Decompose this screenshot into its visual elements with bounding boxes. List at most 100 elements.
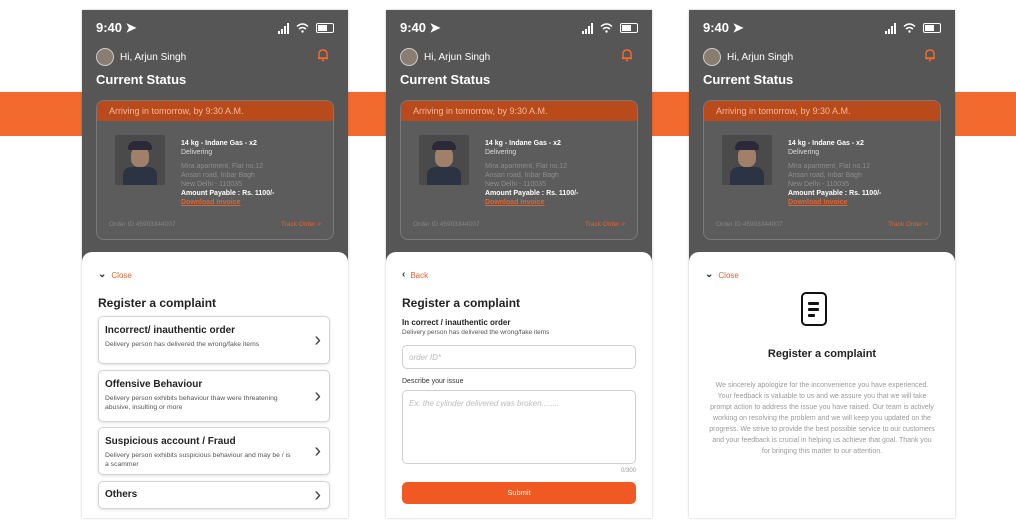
download-invoice-link[interactable]: Download Invoice — [788, 198, 881, 207]
delivery-state: Delivering — [485, 149, 517, 156]
notification-bell-icon[interactable] — [316, 48, 330, 62]
status-bar: 9:40 ➤ — [96, 18, 334, 38]
address-line: Ansari road, Inbar Bagh — [788, 172, 862, 179]
location-arrow-icon: ➤ — [125, 20, 137, 35]
complaint-type-desc: Delivery person has delivered the wrong/… — [402, 329, 550, 336]
track-order-link[interactable]: Track Order > — [585, 221, 625, 228]
greeting-text: Hi, Arjun Singh — [424, 51, 491, 63]
address-line: Mira apartment, Flat no.12 — [485, 163, 568, 170]
signal-icon — [885, 22, 896, 34]
amount-payable: Amount Payable : Rs. 1100/- — [181, 190, 275, 197]
address-line: Mira apartment, Flat no.12 — [181, 163, 264, 170]
signal-icon — [582, 22, 593, 34]
avatar — [400, 48, 418, 66]
arrival-banner: Arriving in tomorrow, by 9:30 A.M. — [97, 101, 333, 121]
status-time: 9:40 — [703, 20, 730, 35]
order-id: Order ID 45903344007 — [716, 221, 783, 228]
signal-icon — [278, 22, 289, 34]
notification-bell-icon[interactable] — [923, 48, 937, 62]
issue-textarea[interactable]: Ex. the cylinder delivered was broken...… — [402, 390, 636, 464]
wifi-icon — [903, 23, 916, 33]
sheet-title: Register a complaint — [98, 296, 217, 310]
decor-band-mid2 — [652, 92, 690, 136]
address-line: New Delhi - 110035 — [485, 181, 546, 188]
chevron-down-icon: ⌄ — [98, 269, 107, 280]
submit-button[interactable]: Submit — [402, 482, 636, 504]
notification-bell-icon[interactable] — [620, 48, 634, 62]
back-button[interactable]: ‹ Back — [402, 270, 428, 280]
download-invoice-link[interactable]: Download Invoice — [485, 198, 578, 207]
order-id: Order ID 45903344007 — [109, 221, 176, 228]
chevron-left-icon: ‹ — [402, 269, 406, 280]
confirmation-message: We sincerely apologize for the inconveni… — [709, 382, 935, 455]
order-info: 14 kg - Indane Gas - x2 Delivering Mira … — [181, 139, 274, 207]
delivery-person-photo — [115, 135, 165, 185]
option-desc: Delivery person exhibits behaviour thaw … — [105, 395, 278, 411]
current-status-title: Current Status — [703, 72, 794, 87]
option-incorrect-order[interactable]: Incorrect/ inauthentic order Delivery pe… — [98, 316, 330, 364]
order-card: Arriving in tomorrow, by 9:30 A.M. 14 kg… — [400, 100, 638, 240]
complaint-type: In correct / inauthentic order — [402, 318, 511, 327]
address-line: New Delhi - 110035 — [181, 181, 242, 188]
delivery-person-photo — [419, 135, 469, 185]
status-time: 9:40 — [96, 20, 123, 35]
close-label: Close — [718, 270, 739, 280]
avatar — [703, 48, 721, 66]
phone-complaint-confirmation: 9:40 ➤ Hi, Arjun Singh Current Status Ar… — [689, 10, 955, 518]
delivery-person-photo — [722, 135, 772, 185]
option-desc: Delivery person has delivered the wrong/… — [105, 341, 260, 348]
status-bar: 9:40 ➤ — [400, 18, 638, 38]
status-time: 9:40 — [400, 20, 427, 35]
greeting: Hi, Arjun Singh — [400, 48, 490, 66]
order-id-field[interactable]: order ID* — [402, 345, 636, 369]
track-order-link[interactable]: Track Order > — [888, 221, 928, 228]
product-name: 14 kg - Indane Gas - x2 — [181, 140, 257, 147]
battery-icon — [316, 23, 334, 33]
decor-band-mid1 — [348, 92, 386, 136]
char-count: 0/300 — [620, 468, 636, 474]
greeting: Hi, Arjun Singh — [96, 48, 186, 66]
battery-icon — [923, 23, 941, 33]
chevron-right-icon: › — [314, 329, 321, 351]
product-name: 14 kg - Indane Gas - x2 — [485, 140, 561, 147]
current-status-title: Current Status — [96, 72, 187, 87]
battery-icon — [620, 23, 638, 33]
sheet-title: Register a complaint — [402, 296, 521, 310]
chevron-down-icon: ⌄ — [705, 269, 714, 280]
arrival-banner: Arriving in tomorrow, by 9:30 A.M. — [704, 101, 940, 121]
option-title: Offensive Behaviour — [105, 379, 203, 390]
order-card: Arriving in tomorrow, by 9:30 A.M. 14 kg… — [96, 100, 334, 240]
complaint-form-sheet: ‹ Back Register a complaint In correct /… — [386, 252, 652, 518]
option-title: Incorrect/ inauthentic order — [105, 325, 236, 336]
option-suspicious-account[interactable]: Suspicious account / Fraud Delivery pers… — [98, 427, 330, 475]
download-invoice-link[interactable]: Download Invoice — [181, 198, 274, 207]
status-bar: 9:40 ➤ — [703, 18, 941, 38]
chevron-right-icon: › — [314, 440, 321, 462]
address-line: New Delhi - 110035 — [788, 181, 849, 188]
greeting: Hi, Arjun Singh — [703, 48, 793, 66]
close-button[interactable]: ⌄ Close — [705, 270, 739, 280]
close-button[interactable]: ⌄ Close — [98, 270, 132, 280]
chevron-right-icon: › — [314, 484, 321, 506]
option-others[interactable]: Others › — [98, 481, 330, 509]
amount-payable: Amount Payable : Rs. 1100/- — [485, 190, 579, 197]
order-info: 14 kg - Indane Gas - x2 Delivering Mira … — [485, 139, 578, 207]
wifi-icon — [600, 23, 613, 33]
track-order-link[interactable]: Track Order > — [281, 221, 321, 228]
confirmation-title: Register a complaint — [767, 348, 877, 360]
decor-band-right — [955, 92, 1016, 136]
wifi-icon — [296, 23, 309, 33]
product-name: 14 kg - Indane Gas - x2 — [788, 140, 864, 147]
issue-label: Describe your issue — [402, 378, 464, 385]
phone-complaint-options: 9:40 ➤ Hi, Arjun Singh Current Status Ar… — [82, 10, 348, 518]
option-offensive-behaviour[interactable]: Offensive Behaviour Delivery person exhi… — [98, 370, 330, 422]
close-label: Close — [111, 270, 132, 280]
current-status-title: Current Status — [400, 72, 491, 87]
decor-band-left — [0, 92, 82, 136]
location-arrow-icon: ➤ — [429, 20, 441, 35]
arrival-banner: Arriving in tomorrow, by 9:30 A.M. — [401, 101, 637, 121]
address-line: Mira apartment, Flat no.12 — [788, 163, 871, 170]
location-arrow-icon: ➤ — [732, 20, 744, 35]
order-info: 14 kg - Indane Gas - x2 Delivering Mira … — [788, 139, 881, 207]
option-title: Suspicious account / Fraud — [105, 436, 236, 447]
